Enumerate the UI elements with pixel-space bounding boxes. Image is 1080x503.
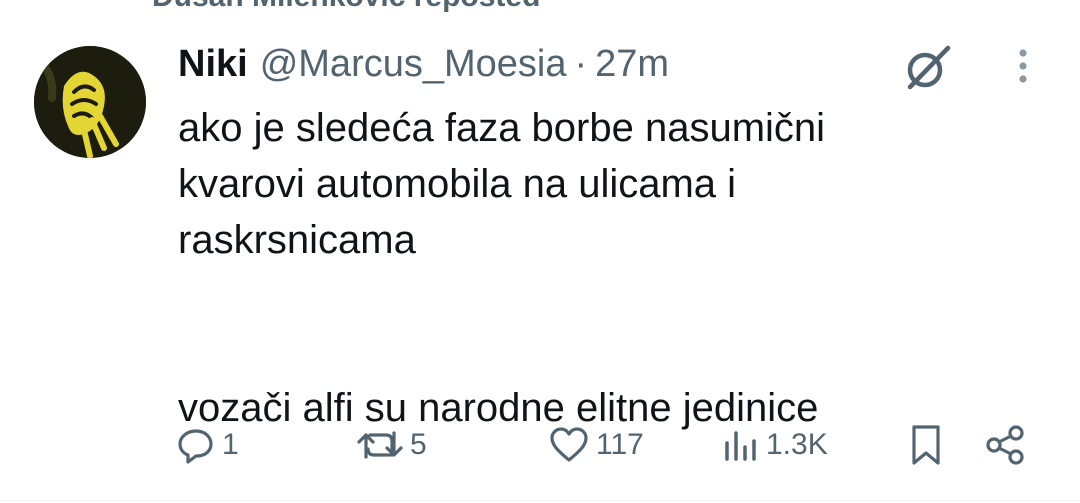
repost-icon	[357, 431, 403, 459]
divider	[0, 500, 1080, 501]
share-button[interactable]	[984, 420, 1028, 470]
tweet-text: ako je sledeća faza borbe nasumični kvar…	[178, 100, 1038, 436]
share-icon	[986, 425, 1024, 465]
action-bar: 1 5 117 1.3K	[0, 420, 1080, 470]
tweet-text-line: raskrsnicama	[178, 218, 416, 262]
grok-icon[interactable]	[900, 40, 956, 96]
avatar-image	[34, 46, 146, 158]
tweet-header: Niki @Marcus_Moesia · 27m	[178, 40, 669, 88]
tweet-text-line: kvarovi automobila na ulicama i	[178, 162, 737, 206]
reply-count: 1	[222, 428, 239, 461]
separator-dot: ·	[574, 43, 588, 85]
reply-button[interactable]: 1	[176, 420, 239, 470]
reply-icon	[178, 429, 213, 464]
like-button[interactable]: 117	[548, 420, 644, 470]
views-button[interactable]: 1.3K	[722, 420, 828, 470]
more-options-icon[interactable]	[1008, 46, 1038, 90]
bookmark-icon	[912, 425, 940, 465]
author-name[interactable]: Niki	[178, 40, 248, 88]
bookmark-button[interactable]	[908, 420, 944, 470]
views-count: 1.3K	[766, 428, 828, 461]
repost-icon	[100, 0, 134, 12]
analytics-icon	[725, 431, 756, 461]
repost-indicator[interactable]: Dušan Milenković reposted	[100, 0, 540, 14]
repost-text: Dušan Milenković reposted	[152, 0, 540, 14]
author-handle[interactable]: @Marcus_Moesia	[260, 40, 567, 88]
timestamp[interactable]: 27m	[595, 40, 669, 88]
repost-count: 5	[410, 428, 427, 461]
tweet-text-line: ako je sledeća faza borbe nasumični	[178, 106, 826, 150]
avatar[interactable]	[34, 46, 146, 158]
heart-icon	[550, 427, 588, 462]
like-count: 117	[596, 428, 644, 461]
repost-button[interactable]: 5	[356, 420, 427, 470]
